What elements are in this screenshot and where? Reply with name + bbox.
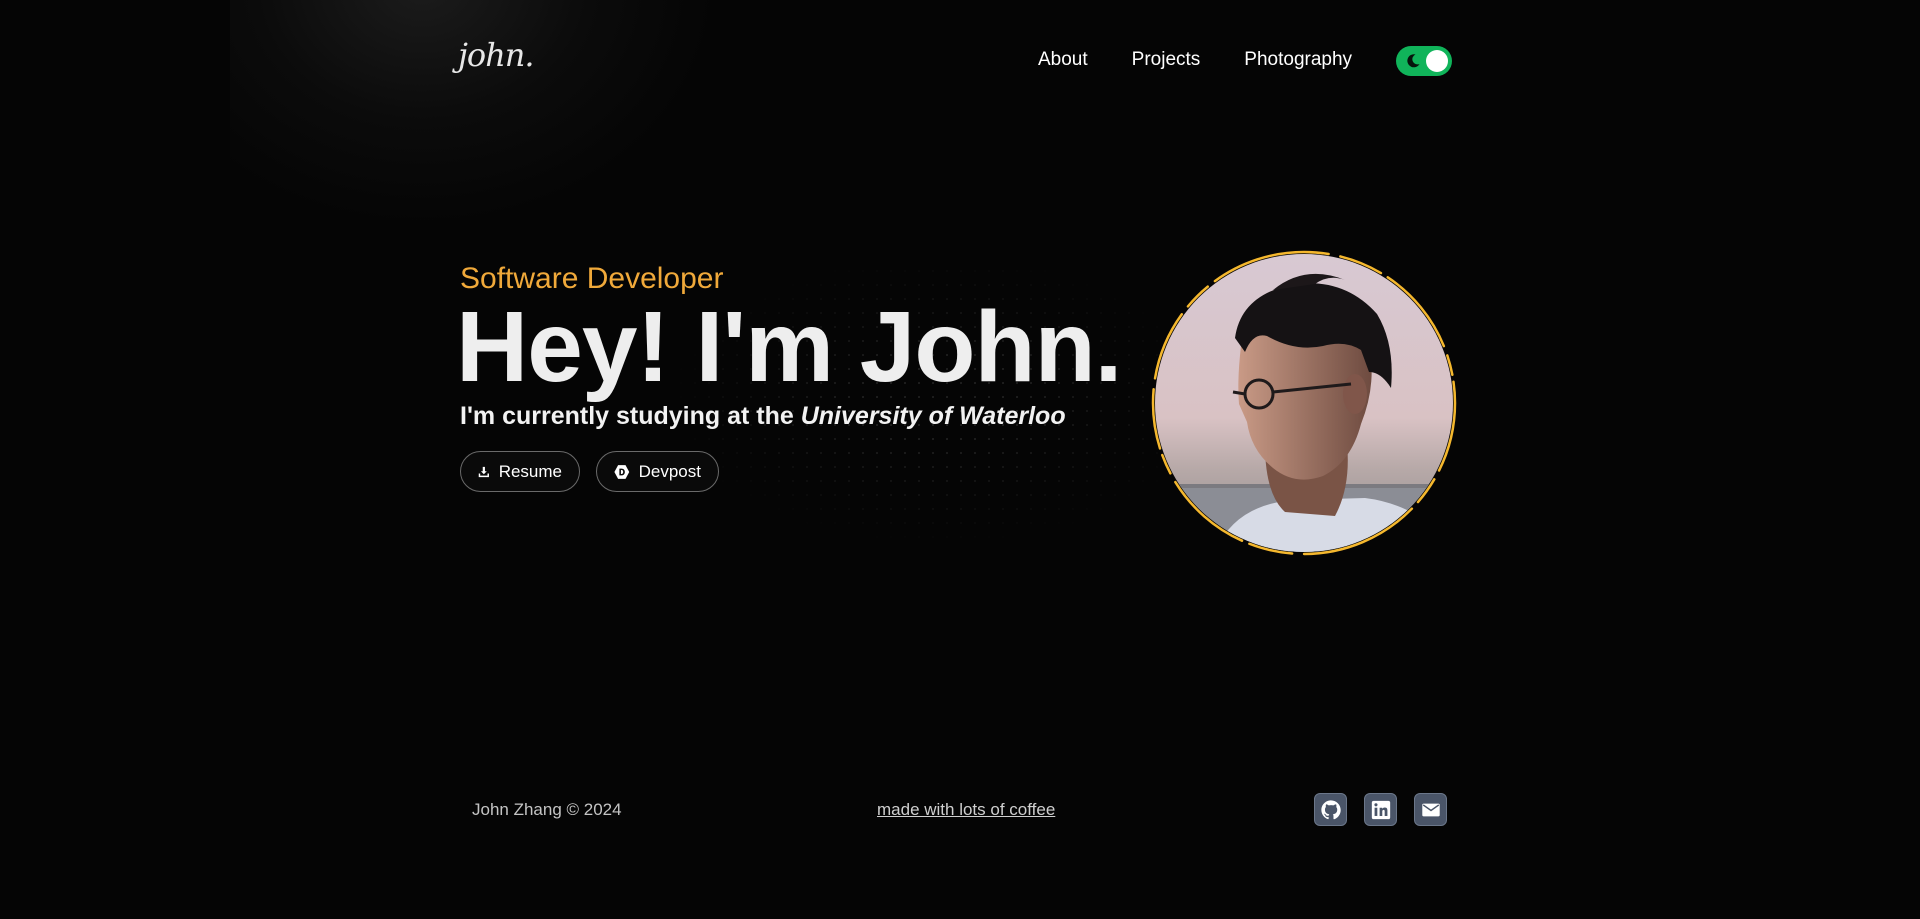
github-icon (1320, 799, 1341, 819)
copyright: John Zhang © 2024 (472, 800, 622, 819)
main-nav: About Projects Photography (1038, 49, 1352, 71)
devpost-label: Devpost (638, 461, 701, 481)
mail-icon (1421, 803, 1440, 816)
nav-projects[interactable]: Projects (1132, 49, 1201, 71)
background-glow (230, 0, 710, 220)
profile-photo-illustration (1155, 254, 1453, 552)
devpost-button[interactable]: Devpost (596, 451, 719, 492)
resume-label: Resume (498, 461, 562, 481)
mail-button[interactable] (1414, 793, 1447, 826)
download-icon (478, 466, 489, 477)
coffee-link[interactable]: made with lots of coffee (877, 800, 1055, 820)
study-prefix: I'm currently studying at the (460, 402, 801, 430)
university-name: University of Waterloo (800, 402, 1066, 430)
nav-photography[interactable]: Photography (1244, 49, 1352, 71)
github-button[interactable] (1314, 793, 1347, 826)
devpost-icon (614, 464, 630, 479)
moon-icon (1407, 54, 1420, 68)
study-line: I'm currently studying at the University… (460, 402, 1066, 431)
linkedin-icon (1371, 800, 1390, 819)
logo[interactable]: john. (458, 36, 535, 74)
headline: Hey! I'm John. (456, 291, 1122, 403)
toggle-knob (1426, 50, 1448, 72)
resume-button[interactable]: Resume (460, 451, 580, 492)
nav-about[interactable]: About (1038, 49, 1088, 71)
portrait (1149, 248, 1459, 558)
linkedin-button[interactable] (1364, 793, 1397, 826)
profile-photo (1155, 254, 1453, 552)
page: john. About Projects Photography Softwar… (0, 0, 1920, 919)
theme-toggle[interactable] (1396, 46, 1452, 76)
